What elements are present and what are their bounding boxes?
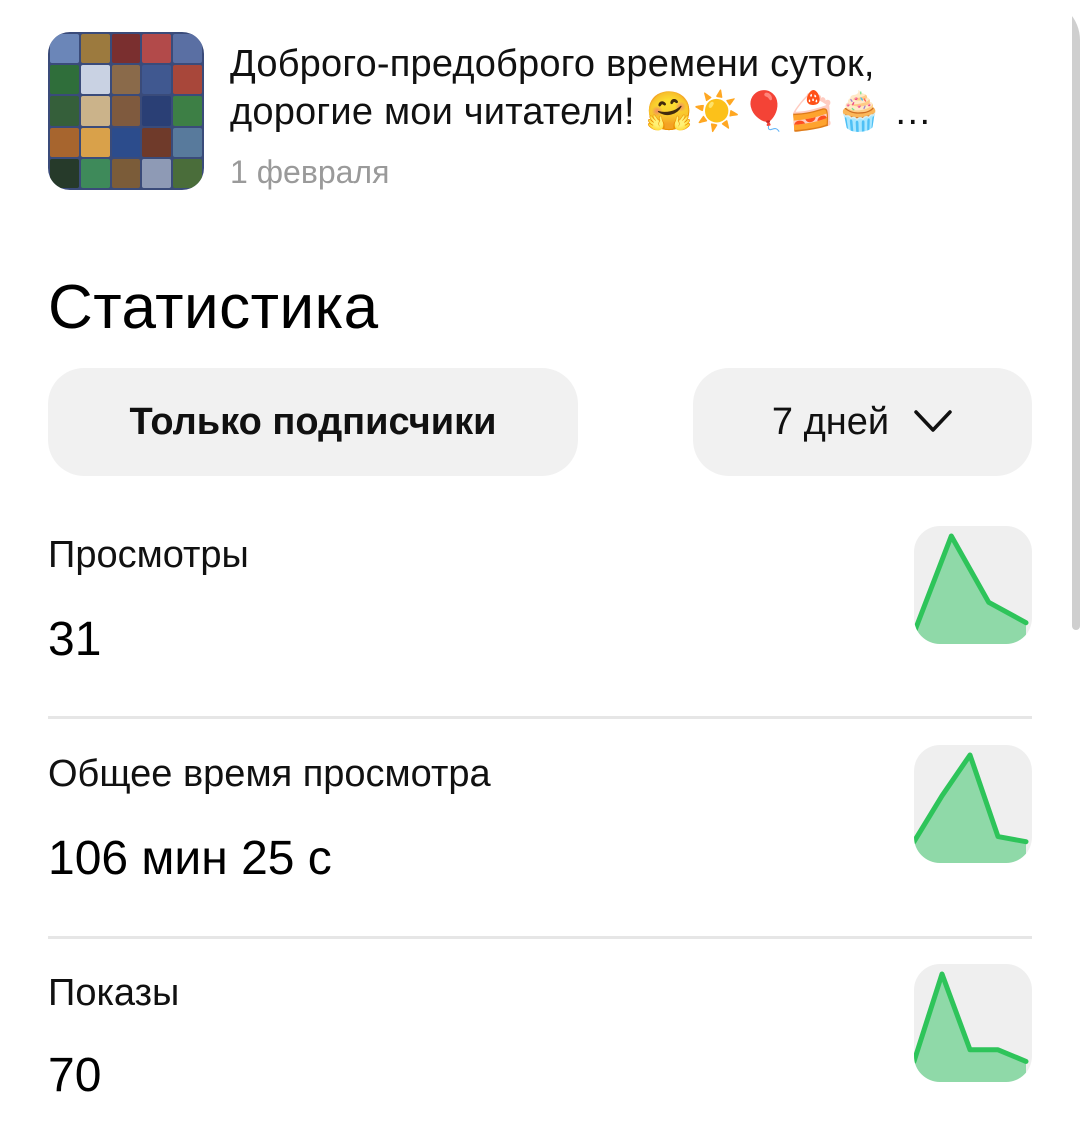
page-title: Статистика: [48, 273, 379, 342]
subscribers-only-filter-button[interactable]: Только подписчики: [48, 368, 578, 476]
divider: [48, 716, 1032, 719]
impressions-sparkline: [914, 964, 1032, 1082]
chevron-down-icon: [914, 410, 952, 432]
statistics-sheet: Доброго-предоброго времени суток, дороги…: [0, 0, 1080, 1138]
metric-value: 70: [48, 1049, 102, 1102]
post-title[interactable]: Доброго-предоброго времени суток, дороги…: [230, 40, 1020, 136]
metric-views[interactable]: Просмотры 31: [48, 526, 1032, 676]
post-thumbnail: [48, 32, 204, 190]
metric-total-watch-time[interactable]: Общее время просмотра 106 мин 25 с: [48, 745, 1032, 895]
sparkline-area: [914, 755, 1026, 863]
period-dropdown-label: 7 дней: [771, 400, 890, 443]
views-sparkline: [914, 526, 1032, 644]
metric-label: Просмотры: [48, 534, 249, 576]
metric-label: Показы: [48, 972, 180, 1014]
sparkline-chart: [914, 971, 1029, 1082]
sparkline-chart: [914, 752, 1029, 863]
scrollbar[interactable]: [1072, 0, 1080, 630]
metric-label: Общее время просмотра: [48, 753, 491, 795]
watch-time-sparkline: [914, 745, 1032, 863]
sparkline-area: [914, 974, 1026, 1082]
metric-value: 31: [48, 613, 102, 666]
post-header[interactable]: Доброго-предоброго времени суток, дороги…: [48, 30, 1008, 195]
period-dropdown[interactable]: 7 дней: [693, 368, 1032, 476]
sparkline-chart: [914, 533, 1029, 644]
metric-value: 106 мин 25 с: [48, 832, 332, 885]
divider: [48, 936, 1032, 939]
post-date: 1 февраля: [230, 154, 390, 190]
subscribers-only-filter-label: Только подписчики: [129, 400, 497, 443]
metric-impressions[interactable]: Показы 70: [48, 964, 1032, 1114]
